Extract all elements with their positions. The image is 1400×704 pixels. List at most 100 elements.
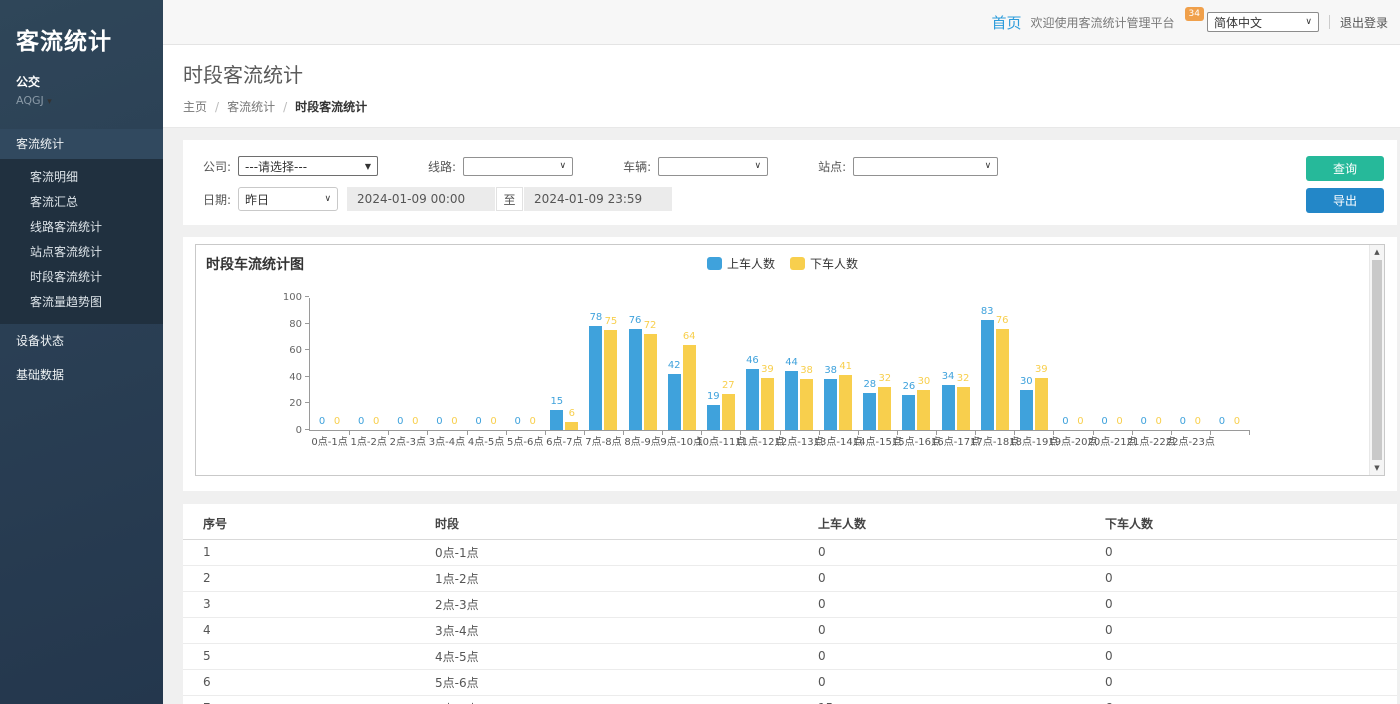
bar-value-label: 30 (1020, 377, 1033, 387)
query-button[interactable]: 查询 (1306, 156, 1384, 181)
table-cell: 0 (1105, 643, 1397, 669)
breadcrumb: 主页 / 客流统计 / 时段客流统计 (183, 98, 1400, 115)
dropdown-arrow-icon: ▼ (365, 162, 371, 171)
chart-bar: 39 (761, 378, 774, 430)
y-axis-tick (305, 376, 309, 377)
page-title: 时段客流统计 (183, 59, 1400, 88)
vehicle-select[interactable]: ∨ (658, 157, 768, 176)
main-area: 首页 欢迎使用客流统计管理平台 34 简体中文 ∨ 退出登录 时段客流统计 主页… (163, 0, 1400, 704)
chevron-down-icon: ∨ (324, 194, 331, 204)
bar-value-label: 0 (1141, 417, 1147, 427)
company-select[interactable]: ---请选择--- ▼ (238, 156, 378, 176)
sidebar-submenu-item[interactable]: 线路客流统计 (0, 215, 163, 240)
sidebar-submenu-item[interactable]: 客流汇总 (0, 190, 163, 215)
chart-category-group: 263015点-16点 (897, 298, 936, 430)
table-cell: 2 (183, 565, 435, 591)
table-header-cell: 下车人数 (1105, 508, 1397, 539)
chevron-down-icon: ∨ (1305, 17, 1312, 27)
date-to-input[interactable]: 2024-01-09 23:59 (524, 187, 672, 211)
chart-bar: 19 (707, 405, 720, 430)
chart-legend: 上车人数下车人数 (196, 255, 1369, 272)
table-cell: 0 (1105, 617, 1397, 643)
date-preset-select[interactable]: 昨日 ∨ (238, 187, 338, 211)
bar-value-label: 0 (515, 417, 521, 427)
bar-value-label: 64 (683, 332, 696, 342)
chart-category-group: 0020点-21点 (1093, 298, 1132, 430)
chart-category-group: 192710点-11点 (701, 298, 740, 430)
table-header-cell: 序号 (183, 508, 435, 539)
table-cell: 2点-3点 (435, 591, 818, 617)
bar-value-label: 0 (530, 417, 536, 427)
bar-value-label: 39 (1035, 365, 1048, 375)
table-row: 43点-4点00 (183, 617, 1397, 643)
chart-bar: 26 (902, 395, 915, 430)
org-name: 公交 (16, 73, 149, 90)
sidebar-submenu-item[interactable]: 站点客流统计 (0, 240, 163, 265)
chart-scrollbar[interactable]: ▲ ▼ (1369, 245, 1384, 475)
chart-category-group: 443812点-13点 (780, 298, 819, 430)
bar-value-label: 0 (475, 417, 481, 427)
table-cell: 0 (1105, 565, 1397, 591)
bar-value-label: 0 (358, 417, 364, 427)
bar-value-label: 0 (1116, 417, 1122, 427)
app-window: 客流统计 公交 AQGJ ▾ 客流统计 客流明细客流汇总线路客流统计站点客流统计… (0, 0, 1400, 704)
bar-value-label: 0 (451, 417, 457, 427)
table-cell: 0 (818, 539, 1105, 565)
breadcrumb-passenger-stats[interactable]: 客流统计 (227, 98, 275, 115)
bar-value-label: 0 (1195, 417, 1201, 427)
chart-category-group: 837617点-18点 (975, 298, 1014, 430)
bar-value-label: 0 (1101, 417, 1107, 427)
logout-link[interactable]: 退出登录 (1340, 14, 1388, 31)
bar-value-label: 30 (918, 377, 931, 387)
chart-category-group: 303918点-19点 (1014, 298, 1053, 430)
chart-bar: 38 (800, 379, 813, 430)
bar-value-label: 0 (1156, 417, 1162, 427)
sidebar-item[interactable]: 设备状态 (0, 324, 163, 358)
bar-value-label: 0 (1180, 417, 1186, 427)
table-cell: 4点-5点 (435, 643, 818, 669)
y-axis-label: 20 (266, 398, 302, 409)
table-cell: 6 (183, 669, 435, 695)
scroll-down-icon[interactable]: ▼ (1370, 461, 1384, 475)
y-axis-label: 0 (266, 425, 302, 436)
sidebar-submenu-item[interactable]: 时段客流统计 (0, 265, 163, 290)
scrollbar-thumb[interactable] (1372, 260, 1382, 460)
bar-value-label: 0 (412, 417, 418, 427)
line-select[interactable]: ∨ (463, 157, 573, 176)
bar-value-label: 26 (903, 382, 916, 392)
breadcrumb-current: 时段客流统计 (295, 98, 367, 115)
language-select[interactable]: 简体中文 ∨ (1207, 12, 1319, 32)
bar-value-label: 41 (839, 362, 852, 372)
date-from-input[interactable]: 2024-01-09 00:00 (347, 187, 495, 211)
table-row: 21点-2点00 (183, 565, 1397, 591)
table-cell: 0 (818, 669, 1105, 695)
table-row: 10点-1点00 (183, 539, 1397, 565)
export-button[interactable]: 导出 (1306, 188, 1384, 213)
table-cell: 3 (183, 591, 435, 617)
y-axis-tick (305, 323, 309, 324)
station-label: 站点: (818, 158, 846, 175)
sidebar-item[interactable]: 基础数据 (0, 358, 163, 392)
bar-value-label: 34 (942, 372, 955, 382)
sidebar-item-passenger-stats[interactable]: 客流统计 (0, 129, 163, 159)
table-header-row: 序号时段上车人数下车人数 (183, 508, 1397, 539)
chart-bar: 28 (863, 393, 876, 430)
table-cell: 3点-4点 (435, 617, 818, 643)
station-filter: 站点: ∨ (818, 157, 998, 176)
home-link[interactable]: 首页 (992, 12, 1022, 33)
sidebar-submenu-item[interactable]: 客流明细 (0, 165, 163, 190)
legend-marker (790, 257, 805, 270)
bar-value-label: 28 (863, 380, 876, 390)
y-axis-label: 100 (266, 292, 302, 303)
chart-bar: 41 (839, 375, 852, 430)
sidebar-submenu-item[interactable]: 客流量趋势图 (0, 290, 163, 315)
breadcrumb-home[interactable]: 主页 (183, 98, 207, 115)
table-cell: 0 (818, 591, 1105, 617)
x-axis-tick (1249, 430, 1250, 435)
org-code-dropdown[interactable]: AQGJ ▾ (16, 94, 149, 107)
chart-bar: 46 (746, 369, 759, 430)
station-select[interactable]: ∨ (853, 157, 998, 176)
table-cell: 1 (183, 539, 435, 565)
scroll-up-icon[interactable]: ▲ (1370, 245, 1384, 259)
bar-value-label: 38 (824, 366, 837, 376)
